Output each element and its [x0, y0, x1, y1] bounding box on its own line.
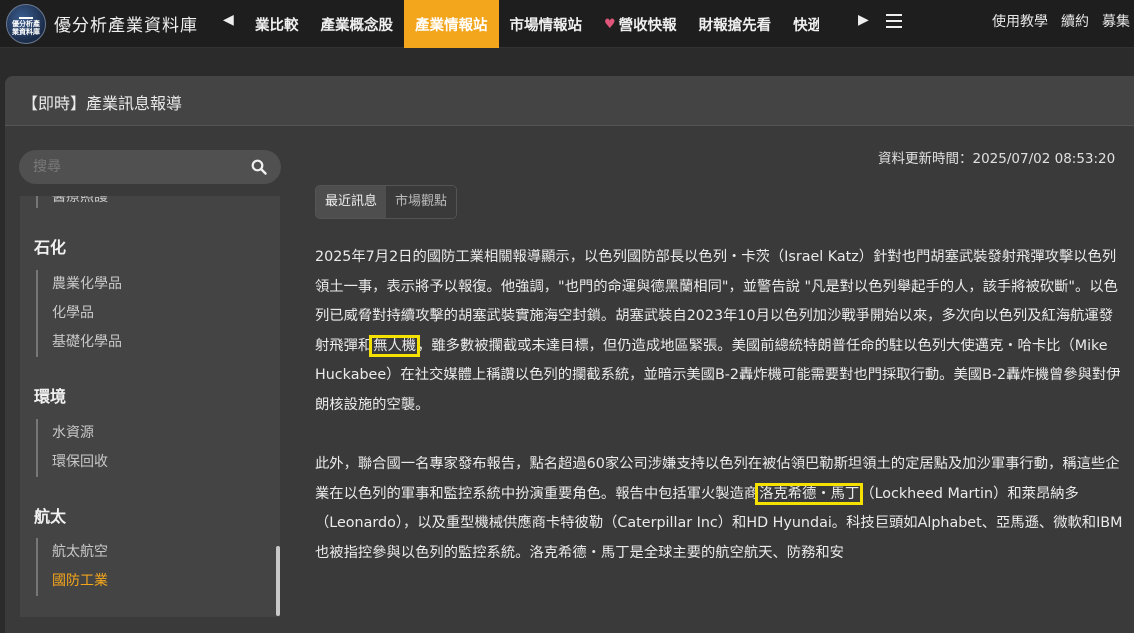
nav-item-label: 財報搶先看	[698, 17, 772, 34]
main-nav: 業比較 產業概念股 產業情報站 市場情報站 ♥ 營收快報 財報搶先看 快逊	[244, 0, 823, 48]
category-item[interactable]: 環保回收	[38, 448, 108, 477]
article-paragraph: 2025年7月2日的國防工業相關報導顯示，以色列國防部長以色列・卡茨（Israe…	[315, 243, 1125, 421]
nav-item-industry-intel[interactable]: 產業情報站	[404, 0, 499, 48]
search-box	[19, 150, 281, 184]
nav-item-concept-stocks[interactable]: 產業概念股	[310, 0, 405, 48]
content-tabs: 最近訊息 市場觀點	[315, 185, 458, 219]
site-title[interactable]: 優分析產業資料庫	[54, 11, 198, 36]
category-item[interactable]: 化學品	[38, 299, 122, 328]
nav-next-icon[interactable]: ▶	[858, 12, 869, 28]
search-icon[interactable]	[251, 159, 267, 175]
nav-item-quick[interactable]: 快逊	[782, 0, 823, 48]
panel-header: 【即時】產業訊息報導	[5, 76, 1134, 126]
nav-item-label: 產業情報站	[415, 17, 488, 34]
sidebar-scrollbar[interactable]	[276, 546, 280, 616]
category-heading-aerospace: 航太	[34, 507, 67, 526]
top-navigation-bar: 優分析產業資料庫 優分析產業資料庫 ◀ 業比較 產業概念股 產業情報站 市場情報…	[0, 0, 1134, 48]
renew-link[interactable]: 續約	[1061, 11, 1089, 31]
category-item[interactable]: 醫療照護	[38, 196, 108, 208]
tutorial-link[interactable]: 使用教學	[992, 11, 1048, 31]
nav-item-label: 市場情報站	[509, 17, 583, 34]
category-item[interactable]: 基礎化學品	[38, 328, 122, 357]
site-logo[interactable]: 優分析產業資料庫	[6, 4, 46, 44]
category-items-healthcare: 醫療照護	[36, 196, 108, 208]
category-sidebar: 醫療照護 石化 農業化學品 化學品 基礎化學品 環境 水資源 環保回收 航太 航…	[20, 196, 280, 617]
nav-item-industry-compare[interactable]: 業比較	[244, 0, 310, 48]
category-items-aerospace: 航太航空 國防工業	[36, 538, 108, 596]
nav-item-label: 業比較	[255, 17, 299, 34]
nav-item-earnings-preview[interactable]: 財報搶先看	[688, 0, 783, 48]
category-item[interactable]: 農業化學品	[38, 270, 122, 299]
update-timestamp: 資料更新時間：2025/07/02 08:53:20	[878, 151, 1116, 167]
article-paragraph: 此外，聯合國一名專家發布報告，點名超過60家公司涉嫌支持以色列在被佔領巴勒斯坦領…	[315, 450, 1125, 568]
category-items-environment: 水資源 環保回收	[36, 419, 108, 477]
nav-item-label: 產業概念股	[320, 17, 394, 34]
nav-item-label: 快逊	[793, 17, 820, 34]
category-heading-petrochem: 石化	[34, 238, 67, 257]
nav-item-label: 營收快報	[618, 17, 677, 34]
hamburger-menu-icon[interactable]	[886, 14, 902, 28]
nav-item-market-intel[interactable]: 市場情報站	[499, 0, 594, 48]
highlighted-keyword: 洛克希德・馬丁	[755, 482, 864, 505]
category-items-petrochem: 農業化學品 化學品 基礎化學品	[36, 270, 122, 357]
article-body: 2025年7月2日的國防工業相關報導顯示，以色列國防部長以色列・卡茨（Israe…	[315, 243, 1125, 598]
category-item-active[interactable]: 國防工業	[38, 567, 108, 596]
search-input[interactable]	[31, 157, 231, 177]
category-item[interactable]: 水資源	[38, 419, 108, 448]
highlighted-keyword: 無人機	[369, 334, 421, 357]
logo-text: 優分析產業資料庫	[12, 19, 40, 36]
category-item[interactable]: 航太航空	[38, 538, 108, 567]
heart-icon: ♥	[604, 16, 616, 32]
fundraise-link[interactable]: 募集	[1102, 11, 1130, 31]
header-right-links: 使用教學 續約 募集	[992, 11, 1130, 31]
nav-item-revenue-flash[interactable]: ♥ 營收快報	[593, 0, 688, 48]
logo-mark-icon	[19, 13, 33, 19]
panel-title: 【即時】產業訊息報導	[22, 94, 183, 113]
nav-prev-icon[interactable]: ◀	[223, 12, 234, 28]
category-heading-environment: 環境	[34, 387, 67, 406]
tab-market-view[interactable]: 市場觀點	[386, 186, 457, 218]
text-segment: ，雖多數被攔截或未達目標，但仍造成地區緊張。美國前總統特朗普任命的駐以色列大使邁…	[315, 337, 1121, 413]
tab-latest-news[interactable]: 最近訊息	[316, 186, 387, 218]
